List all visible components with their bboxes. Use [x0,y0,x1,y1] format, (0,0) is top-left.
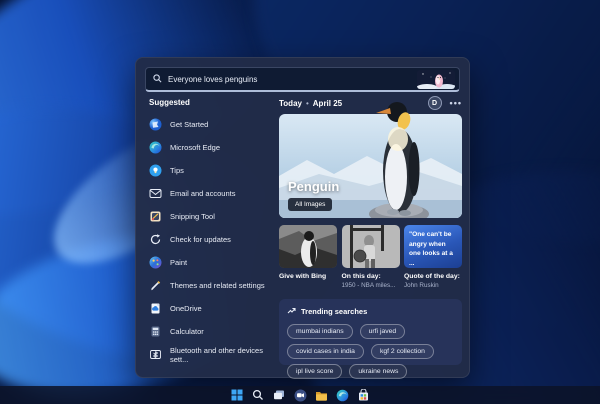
today-label: Today [279,99,302,108]
sidebar-item-paint[interactable]: Paint [146,251,276,274]
search-flyout-panel: Suggested Get Started Microsoft Edge Tip… [135,57,470,378]
sidebar-item-label: Paint [170,258,187,267]
edge-taskbar-icon[interactable] [335,388,349,402]
snipping-tool-icon [149,210,162,223]
sidebar-item-tips[interactable]: Tips [146,159,276,182]
suggested-heading: Suggested [149,98,190,107]
hero-title: Penguin [288,179,339,194]
penguin-illustration-icon [417,70,455,89]
start-button[interactable] [230,388,244,402]
quote-image: "One can't be angry when one looks at a … [404,225,462,268]
sidebar-item-onedrive[interactable]: OneDrive [146,297,276,320]
date-separator: • [306,99,309,108]
today-header-row: Today • April 25 D ••• [279,96,462,110]
trending-chip[interactable]: ipl live score [287,364,342,379]
give-with-bing-card[interactable]: Give with Bing [279,225,337,290]
trending-searches-card: Trending searches mumbai indians urfi ja… [279,299,462,365]
card-caption: Give with Bing [279,273,337,281]
search-input[interactable] [162,75,417,84]
task-view-icon[interactable] [272,388,286,402]
card-caption: Quote of the day: [404,273,462,281]
sidebar-item-microsoft-edge[interactable]: Microsoft Edge [146,136,276,159]
more-options-button[interactable]: ••• [450,100,462,106]
suggested-list: Get Started Microsoft Edge Tips Email an… [146,113,276,366]
sidebar-item-label: Snipping Tool [170,212,215,221]
card-caption: On this day: [342,273,400,281]
sidebar-item-label: Bluetooth and other devices sett... [170,346,276,364]
on-this-day-card[interactable]: On this day: 1950 - NBA miles... [342,225,400,290]
trending-chip[interactable]: urfi javed [360,324,406,339]
sidebar-item-get-started[interactable]: Get Started [146,113,276,136]
trending-chip[interactable]: covid cases in india [287,344,364,359]
sidebar-item-label: Microsoft Edge [170,143,220,152]
sidebar-item-label: Calculator [170,327,204,336]
chat-icon[interactable] [293,388,307,402]
calculator-icon [149,325,162,338]
trending-chip[interactable]: mumbai indians [287,324,353,339]
store-icon[interactable] [356,388,370,402]
trending-arrow-icon [287,306,296,317]
quote-text: "One can't be angry when one looks at a … [409,230,457,268]
sidebar-item-check-updates[interactable]: Check for updates [146,228,276,251]
bluetooth-icon [149,348,162,361]
sidebar-item-label: Check for updates [170,235,231,244]
onedrive-icon [149,302,162,315]
search-icon [153,70,162,88]
email-icon [149,187,162,200]
penguin-hero-card[interactable]: Penguin All Images [279,114,462,218]
trending-chips: mumbai indians urfi javed covid cases in… [287,324,454,379]
trending-header: Trending searches [287,306,454,317]
sidebar-item-bluetooth-devices[interactable]: Bluetooth and other devices sett... [146,343,276,366]
taskbar [0,386,600,404]
trending-label: Trending searches [301,307,367,316]
tips-icon [149,164,162,177]
info-cards-row: Give with Bing [279,225,462,290]
quote-of-day-card[interactable]: "One can't be angry when one looks at a … [404,225,462,290]
sidebar-item-calculator[interactable]: Calculator [146,320,276,343]
get-started-icon [149,118,162,131]
edge-icon [149,141,162,154]
account-avatar[interactable]: D [428,96,442,110]
sidebar-item-label: Tips [170,166,184,175]
paint-icon [149,256,162,269]
trending-chip[interactable]: ukraine news [349,364,407,379]
themes-icon [149,279,162,292]
bing-content-column: Today • April 25 D ••• [279,96,462,365]
all-images-button[interactable]: All Images [288,198,332,211]
sidebar-item-label: OneDrive [170,304,202,313]
give-with-bing-image [279,225,337,268]
sidebar-item-snipping-tool[interactable]: Snipping Tool [146,205,276,228]
sidebar-item-email-accounts[interactable]: Email and accounts [146,182,276,205]
sidebar-item-label: Themes and related settings [170,281,265,290]
card-subcaption: John Ruskin [404,282,462,290]
search-box[interactable] [145,67,460,92]
file-explorer-icon[interactable] [314,388,328,402]
trending-chip[interactable]: kgf 2 collection [371,344,434,359]
sidebar-item-themes-settings[interactable]: Themes and related settings [146,274,276,297]
search-taskbar-icon[interactable] [251,388,265,402]
on-this-day-image [342,225,400,268]
check-updates-icon [149,233,162,246]
date-label: April 25 [313,99,342,108]
sidebar-item-label: Get Started [170,120,208,129]
card-subcaption: 1950 - NBA miles... [342,282,400,290]
sidebar-item-label: Email and accounts [170,189,235,198]
